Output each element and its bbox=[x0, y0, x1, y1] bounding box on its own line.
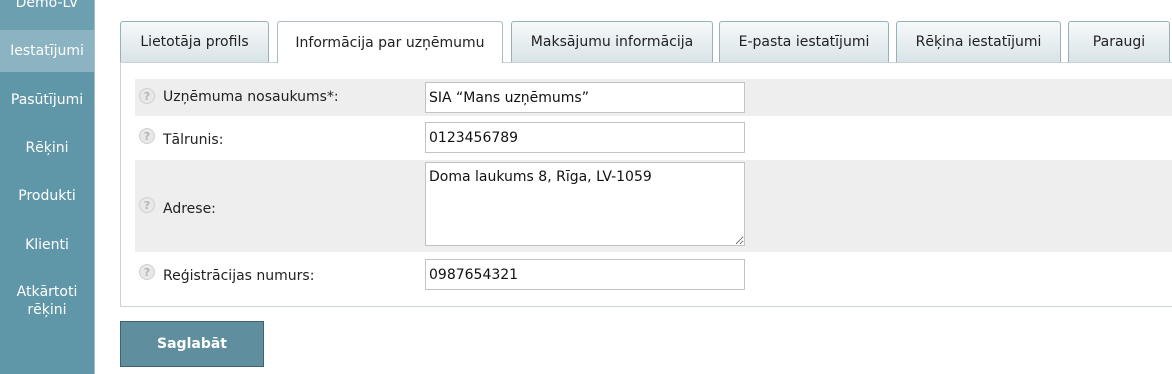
tab-invoice-settings[interactable]: Rēķina iestatījumi bbox=[896, 21, 1061, 62]
tab-email-settings[interactable]: E-pasta iestatījumi bbox=[719, 21, 889, 62]
sidebar-item-label: Iestatījumi bbox=[10, 43, 84, 59]
sidebar-item-label: Pasūtījumi bbox=[10, 91, 84, 108]
brand-label: Demo-LV bbox=[15, 0, 79, 11]
tab-label: Informācija par uzņēmumu bbox=[295, 34, 485, 51]
company-name-input[interactable] bbox=[425, 82, 745, 113]
help-icon[interactable]: ? bbox=[139, 264, 155, 280]
tab-bar: Lietotāja profils Informācija par uzņēmu… bbox=[120, 21, 1172, 63]
tab-label: Paraugi bbox=[1092, 34, 1146, 50]
sidebar-item-label: Rēķini bbox=[25, 140, 69, 156]
tab-user-profile[interactable]: Lietotāja profils bbox=[120, 21, 269, 62]
sidebar-item-invoices[interactable]: Rēķini bbox=[0, 127, 94, 169]
sidebar-item-orders[interactable]: Pasūtījumi bbox=[0, 72, 94, 127]
form-row-address: ? Adrese: Doma laukums 8, Rīga, LV-1059 bbox=[135, 160, 1172, 252]
address-textarea[interactable]: Doma laukums 8, Rīga, LV-1059 bbox=[425, 162, 745, 246]
tab-label: Lietotāja profils bbox=[140, 34, 249, 50]
sidebar-item-label: Klienti bbox=[25, 236, 69, 253]
sidebar-item-label: Atkārtoti rēķini bbox=[16, 284, 78, 318]
phone-label: Tālrunis: bbox=[163, 132, 224, 148]
form-row-registration: ? Reģistrācijas numurs: bbox=[135, 255, 1172, 293]
tab-payment-info[interactable]: Maksājumu informācija bbox=[511, 21, 713, 62]
company-name-label: Uzņēmuma nosaukums*: bbox=[163, 89, 339, 105]
registration-label: Reģistrācijas numurs: bbox=[163, 268, 315, 284]
tab-label: Maksājumu informācija bbox=[530, 34, 694, 50]
form-row-company-name: ? Uzņēmuma nosaukums*: bbox=[135, 79, 1172, 116]
sidebar-item-label: Produkti bbox=[18, 188, 76, 204]
brand-logo[interactable]: Demo-LV bbox=[0, 0, 94, 30]
tab-label: E-pasta iestatījumi bbox=[738, 34, 870, 50]
sidebar-item-recurring-invoices[interactable]: Atkārtoti rēķini bbox=[0, 266, 94, 336]
help-icon[interactable]: ? bbox=[139, 88, 155, 104]
sidebar-item-settings[interactable]: Iestatījumi bbox=[0, 30, 94, 72]
sidebar-item-products[interactable]: Produkti bbox=[0, 169, 94, 223]
save-button[interactable]: Saglabāt bbox=[120, 321, 264, 367]
form-row-phone: ? Tālrunis: bbox=[135, 120, 1172, 157]
tab-templates[interactable]: Paraugi bbox=[1068, 21, 1170, 62]
tab-company-info[interactable]: Informācija par uzņēmumu bbox=[277, 21, 503, 63]
sidebar: Demo-LV Iestatījumi Pasūtījumi Rēķini Pr… bbox=[0, 0, 95, 374]
help-icon[interactable]: ? bbox=[139, 197, 155, 213]
tab-label: Rēķina iestatījumi bbox=[915, 34, 1042, 50]
phone-input[interactable] bbox=[425, 122, 745, 153]
address-label: Adrese: bbox=[163, 201, 216, 217]
registration-input[interactable] bbox=[425, 259, 745, 290]
help-icon[interactable]: ? bbox=[139, 128, 155, 144]
sidebar-item-clients[interactable]: Klienti bbox=[0, 223, 94, 266]
company-info-panel: ? Uzņēmuma nosaukums*: ? Tālrunis: ? Adr… bbox=[120, 62, 1172, 307]
